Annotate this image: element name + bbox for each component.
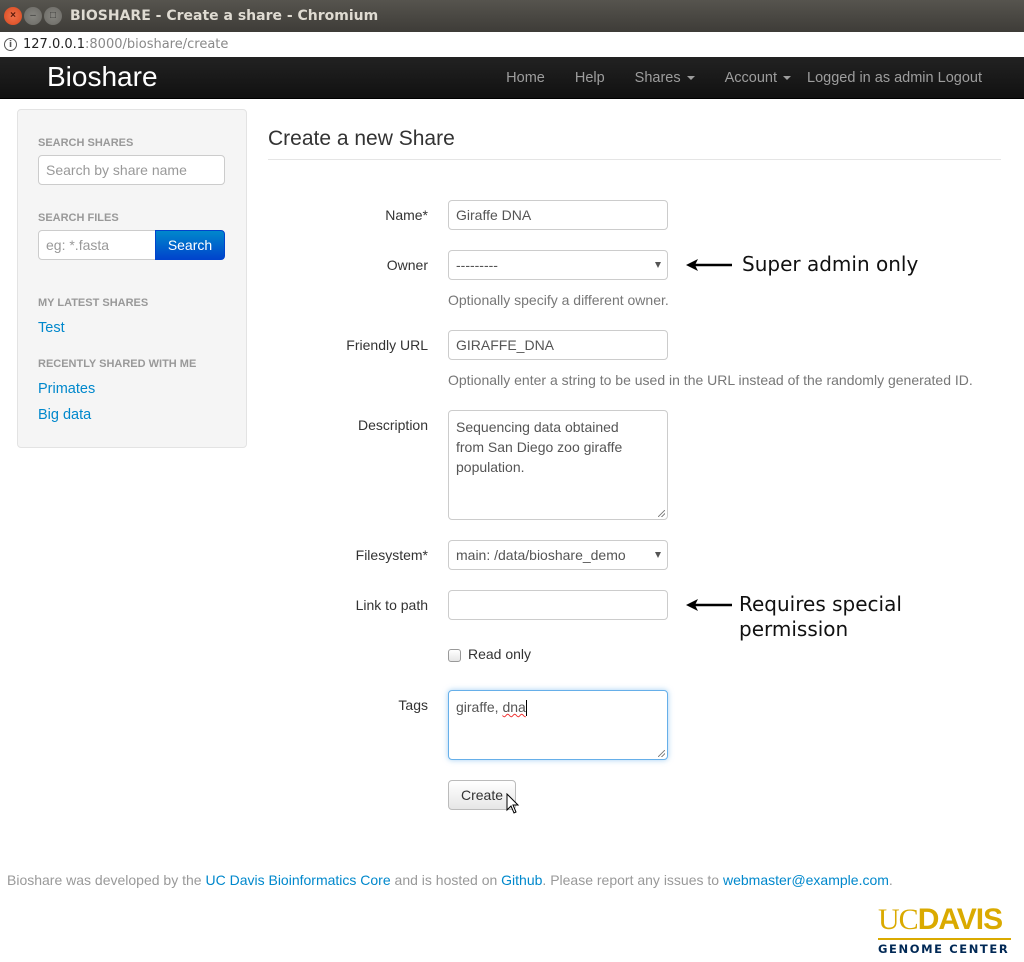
left-arrow-icon (686, 259, 732, 271)
tags-textarea[interactable]: giraffe, dna (448, 690, 668, 760)
nav-help[interactable]: Help (575, 70, 605, 86)
mouse-pointer-icon (506, 793, 520, 814)
description-textarea[interactable]: Sequencing data obtained from San Diego … (448, 410, 668, 520)
latest-shares-header: My latest shares (38, 297, 149, 309)
left-arrow-icon (686, 599, 732, 611)
filesystem-label: Filesystem* (355, 547, 428, 563)
logged-in-label: Logged in as admin (807, 70, 934, 86)
webmaster-email-link[interactable]: webmaster@example.com (723, 872, 889, 888)
caret-down-icon (686, 76, 695, 81)
brand-link[interactable]: Bioshare (47, 61, 158, 93)
shared-share-link[interactable]: Primates (38, 381, 95, 397)
friendly-url-help: Optionally enter a string to be used in … (448, 372, 973, 388)
search-files-placeholder: eg: *.fasta (46, 237, 110, 253)
maximize-icon: □ (49, 10, 57, 21)
title-divider (268, 159, 1001, 160)
nav-account-label: Account (724, 70, 778, 86)
search-files-input[interactable]: eg: *.fasta (38, 230, 156, 260)
dropdown-arrow-icon (655, 262, 661, 268)
uc-davis-genome-center-logo: UCDAVIS GENOME CENTER (878, 903, 1013, 956)
owner-label: Owner (386, 257, 428, 273)
name-input[interactable]: Giraffe DNA (448, 200, 668, 230)
read-only-checkbox[interactable] (448, 649, 461, 662)
shared-with-me-header: Recently shared with me (38, 358, 197, 370)
footer-text-part: Bioshare was developed by the (7, 872, 206, 888)
url-path: :8000/bioshare/create (85, 37, 229, 52)
resize-handle-icon[interactable] (658, 510, 665, 517)
friendly-url-label: Friendly URL (346, 337, 428, 353)
link-to-path-label: Link to path (355, 597, 428, 613)
owner-annotation: Super admin only (742, 252, 919, 276)
window-titlebar: × – □ BIOSHARE - Create a share - Chromi… (0, 0, 1024, 32)
footer-text-part: and is hosted on (390, 872, 502, 888)
github-link[interactable]: Github (501, 872, 542, 888)
owner-value: --------- (456, 257, 498, 273)
search-files-button[interactable]: Search (155, 230, 225, 260)
info-icon[interactable]: i (4, 38, 17, 51)
owner-select[interactable]: --------- (448, 250, 668, 280)
nav-shares-dropdown[interactable]: Shares (635, 70, 695, 86)
logout-link[interactable]: Logout (938, 70, 982, 86)
link-to-path-input[interactable] (448, 590, 668, 620)
nav-account-dropdown[interactable]: Account (724, 70, 792, 86)
shared-share-link[interactable]: Big data (38, 407, 91, 423)
window-maximize-button[interactable]: □ (44, 7, 62, 25)
logo-rule (878, 938, 1011, 940)
top-navbar: Bioshare Home Help Shares Account Logged… (0, 57, 1024, 99)
window-minimize-button[interactable]: – (24, 7, 42, 25)
friendly-url-input[interactable]: GIRAFFE_DNA (448, 330, 668, 360)
page-title: Create a new Share (268, 127, 455, 150)
search-shares-input[interactable]: Search by share name (38, 155, 225, 185)
tags-misspelled-word: dna (502, 699, 526, 715)
nav-shares-label: Shares (634, 70, 681, 86)
name-label: Name* (385, 207, 428, 223)
latest-share-link[interactable]: Test (38, 320, 65, 336)
minimize-icon: – (30, 10, 36, 21)
nav-links: Home Help Shares Account Logged in as ad… (506, 57, 982, 99)
footer-text-part: . (888, 872, 893, 888)
tags-text: giraffe, (456, 699, 503, 715)
logged-in-text: Logged in as admin Logout (807, 70, 982, 86)
address-bar[interactable]: i 127.0.0.1:8000/bioshare/create (0, 32, 1024, 57)
dropdown-arrow-icon (655, 552, 661, 558)
logo-davis: DAVIS (917, 903, 1003, 936)
filesystem-value: main: /data/bioshare_demo (456, 547, 626, 563)
caret-down-icon (783, 76, 792, 81)
link-path-annotation: Requires special permission (739, 592, 902, 642)
search-shares-header: Search shares (38, 137, 134, 149)
description-label: Description (357, 417, 428, 433)
footer-text-part: . Please report any issues to (542, 872, 723, 888)
friendly-url-value: GIRAFFE_DNA (456, 337, 555, 353)
nav-home[interactable]: Home (506, 70, 545, 86)
search-shares-placeholder: Search by share name (46, 162, 187, 178)
filesystem-select[interactable]: main: /data/bioshare_demo (448, 540, 668, 570)
read-only-label[interactable]: Read only (468, 646, 531, 662)
close-icon: × (10, 10, 16, 21)
search-files-header: Search files (38, 212, 119, 224)
sidebar: Search shares Search by share name Searc… (17, 109, 247, 448)
logo-uc: UC (878, 903, 919, 936)
logo-subtitle: GENOME CENTER (878, 942, 1010, 956)
bioinformatics-core-link[interactable]: UC Davis Bioinformatics Core (205, 872, 390, 888)
tags-value: giraffe, dna (456, 697, 527, 717)
link-path-annotation-line2: permission (739, 617, 849, 641)
owner-help: Optionally specify a different owner. (448, 292, 669, 308)
description-value: Sequencing data obtained from San Diego … (456, 419, 623, 475)
link-path-annotation-line1: Requires special (739, 592, 902, 616)
window-close-button[interactable]: × (4, 7, 22, 25)
name-value: Giraffe DNA (456, 207, 532, 223)
tags-label: Tags (398, 697, 428, 713)
window-title: BIOSHARE - Create a share - Chromium (70, 8, 379, 24)
text-caret (525, 700, 527, 717)
footer-text: Bioshare was developed by the UC Davis B… (7, 872, 893, 888)
resize-handle-icon[interactable] (658, 750, 665, 757)
url-host: 127.0.0.1 (23, 37, 86, 52)
